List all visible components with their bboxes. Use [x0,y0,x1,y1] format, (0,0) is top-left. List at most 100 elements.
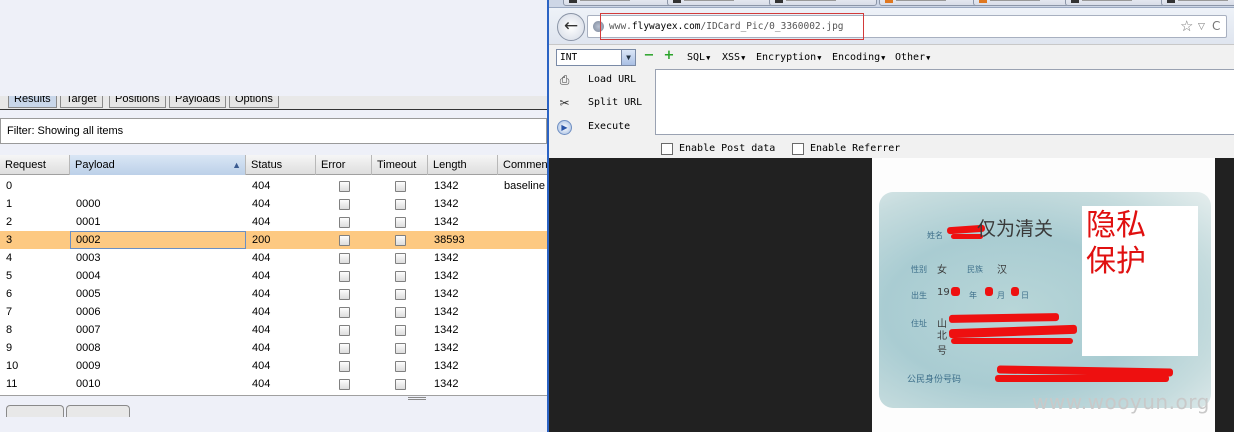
tab-favicon-icon [775,0,783,3]
menu-sql[interactable]: SQL▼ [687,49,710,66]
address-bar[interactable]: www.flywayex.com/IDCard_Pic/0_3360002.jp… [587,13,1227,40]
url-highlight-annotation [600,13,864,40]
cell-length: 1342 [434,216,459,228]
load-url-icon: ⎙ [559,73,570,87]
tab-results[interactable]: Results [8,96,57,108]
error-checkbox [339,325,350,336]
cell-request: 2 [6,216,13,228]
menu-encryption[interactable]: Encryption▼ [756,49,821,66]
split-url-button[interactable]: ✂ Split URL [554,93,650,113]
cell-request: 11 [6,378,18,390]
tab-options[interactable]: Options [229,96,279,108]
column-header-timeout[interactable]: Timeout [372,155,428,175]
cell-status: 404 [252,360,271,372]
cell-status: 404 [252,270,271,282]
cell-comment [498,357,547,375]
card-address-line2: 北 [937,331,947,342]
table-row[interactable]: 9 0008 404 1342 [0,339,547,357]
star-icon[interactable]: ☆ [1180,17,1193,36]
dropdown-arrow-icon[interactable]: ▽ [1198,18,1205,37]
bottom-tab-request[interactable] [6,405,64,417]
tab-target[interactable]: Target [60,96,103,108]
timeout-checkbox [395,271,406,282]
cell-status: 404 [252,252,271,264]
cell-status: 404 [252,306,271,318]
column-header-request[interactable]: Request [0,155,70,175]
tab-payloads[interactable]: Payloads [169,96,227,108]
cell-status: 404 [252,342,271,354]
timeout-checkbox [395,379,406,390]
plus-icon[interactable]: + [663,49,675,62]
hackbar-type-select[interactable]: INT ▼ [556,49,636,66]
column-header-error[interactable]: Error [316,155,372,175]
results-table: Request Payload ▲ Status Error Timeout L… [0,155,547,395]
refresh-icon[interactable]: C [1212,17,1220,36]
table-row[interactable]: 1 0000 404 1342 [0,195,547,213]
card-label-year: 年 [969,291,977,300]
tab-favicon-icon [1167,0,1175,3]
browser-tab[interactable] [973,0,1069,6]
table-row[interactable]: 0 404 1342 baseline [0,177,547,195]
tab-positions[interactable]: Positions [109,96,166,108]
cell-request: 10 [6,360,19,372]
execute-button[interactable]: ▶ Execute [554,117,650,137]
cell-request: 4 [6,252,13,264]
timeout-checkbox [395,181,406,192]
splitter-handle[interactable] [408,397,426,400]
load-url-button[interactable]: ⎙ Load URL [554,70,650,90]
table-row[interactable]: 7 0006 404 1342 [0,303,547,321]
back-arrow-icon[interactable]: ← [557,13,585,41]
burp-empty-area [0,0,547,96]
table-row[interactable]: 2 0001 404 1342 [0,213,547,231]
results-filter-bar[interactable]: Filter: Showing all items [0,118,547,144]
timeout-checkbox [395,289,406,300]
browser-tab[interactable] [563,0,673,6]
menu-encoding[interactable]: Encoding▼ [832,49,885,66]
cell-length: 1342 [434,360,459,372]
cell-length: 1342 [434,252,459,264]
cell-comment [498,231,547,249]
watermark: www.wooyun.org [1032,390,1210,414]
table-row[interactable]: 3 0002 200 38593 [0,231,547,249]
redaction-mark [985,287,993,296]
column-header-length[interactable]: Length [428,155,498,175]
browser-tab[interactable] [1161,0,1234,6]
column-header-comment[interactable]: Comment [498,155,547,175]
cell-payload: 0000 [76,198,101,210]
column-header-payload[interactable]: Payload ▲ [70,155,246,175]
timeout-checkbox [395,253,406,264]
browser-tab[interactable] [1065,0,1165,6]
hackbar-select-value: INT [560,52,578,63]
card-address-line3: 号 [937,346,947,357]
table-row[interactable]: 8 0007 404 1342 [0,321,547,339]
tab-favicon-icon [979,0,987,3]
browser-tab[interactable] [769,0,877,6]
card-label-id-number: 公民身份号码 [907,375,962,385]
cell-comment [498,321,547,339]
cell-request: 7 [6,306,13,318]
timeout-checkbox [395,235,406,246]
cell-comment: baseline [504,180,545,192]
table-row[interactable]: 4 0003 404 1342 [0,249,547,267]
timeout-checkbox [395,307,406,318]
cell-payload: 0001 [76,216,101,228]
table-row[interactable]: 6 0005 404 1342 [0,285,547,303]
navigation-toolbar: ← www.flywayex.com/IDCard_Pic/0_3360002.… [549,8,1234,44]
column-header-status[interactable]: Status [246,155,316,175]
error-checkbox [339,289,350,300]
timeout-checkbox [395,199,406,210]
table-row[interactable]: 5 0004 404 1342 [0,267,547,285]
card-label-ethnicity: 民族 [967,265,983,274]
cell-length: 1342 [434,342,459,354]
cell-payload [70,177,246,195]
minus-icon[interactable]: − [643,49,655,62]
browser-tab[interactable] [667,0,773,6]
hackbar-url-textarea[interactable] [655,69,1234,135]
table-row[interactable]: 10 0009 404 1342 [0,357,547,375]
cell-status: 404 [252,288,271,300]
bottom-tab-response[interactable] [66,405,130,417]
menu-other[interactable]: Other▼ [895,49,930,66]
menu-xss[interactable]: XSS▼ [722,49,745,66]
table-row[interactable]: 11 0010 404 1342 [0,375,547,393]
browser-tab[interactable] [879,0,981,6]
